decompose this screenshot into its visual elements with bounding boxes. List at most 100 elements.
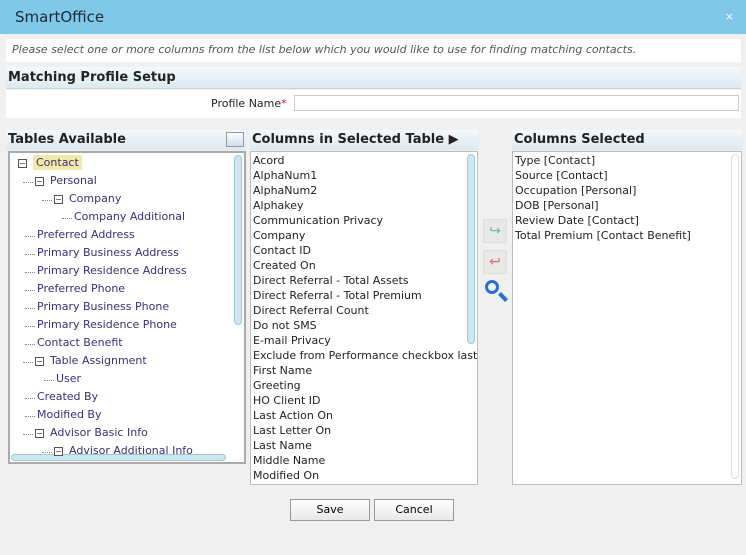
tables-header-text: Tables Available — [8, 132, 126, 147]
list-item[interactable]: Last Letter On — [253, 424, 331, 437]
tree-item[interactable]: − Advisor Additional Info — [54, 444, 193, 457]
tree-item[interactable]: − Company — [54, 192, 121, 205]
tree-item[interactable]: − Table Assignment — [35, 354, 147, 367]
tree-connector — [25, 344, 35, 345]
required-marker: * — [281, 97, 287, 110]
columns-list[interactable]: Acord AlphaNum1 AlphaNum2 Alphakey Communica… — [250, 151, 478, 485]
list-item[interactable]: Middle Name — [253, 454, 325, 467]
list-item[interactable]: AlphaNum1 — [253, 169, 317, 182]
list-item[interactable]: Type [Contact] — [515, 154, 595, 167]
tree-item[interactable]: Primary Residence Phone — [37, 318, 177, 331]
list-item[interactable]: Source [Contact] — [515, 169, 608, 182]
tree-item[interactable]: − Advisor Basic Info — [35, 426, 148, 439]
tree-item-label: Primary Business Phone — [37, 300, 170, 313]
profile-name-input[interactable] — [294, 95, 739, 111]
profile-row: Profile Name* — [6, 90, 741, 118]
vertical-scrollbar[interactable] — [234, 155, 242, 325]
tree-item[interactable]: − Contact — [18, 155, 82, 170]
list-item[interactable]: Last Action On — [253, 409, 333, 422]
tree-item-label: Primary Business Address — [37, 246, 179, 259]
tree-connector — [44, 380, 54, 381]
collapse-icon[interactable]: − — [35, 176, 44, 186]
tree-connector — [25, 272, 35, 273]
tree-connector — [62, 218, 72, 219]
tree-item-label: Primary Residence Phone — [37, 318, 177, 331]
tree-item-label: Created By — [37, 390, 99, 403]
save-button[interactable]: Save — [290, 499, 370, 521]
tables-header: Tables Available — [6, 130, 246, 150]
vertical-scrollbar[interactable] — [731, 154, 739, 479]
list-item[interactable]: Contact ID — [253, 244, 311, 257]
tree-item-label: Table Assignment — [50, 354, 147, 367]
list-item[interactable]: E-mail Privacy — [253, 334, 331, 347]
tree-item[interactable]: Contact Benefit — [37, 336, 123, 349]
list-item[interactable]: Company — [253, 229, 305, 242]
tree-connector — [42, 200, 52, 201]
collapse-icon[interactable]: − — [35, 428, 44, 438]
tree-item-label: Company Additional — [74, 210, 186, 223]
tree-item[interactable]: Primary Residence Address — [37, 264, 187, 277]
list-item[interactable]: Total Premium [Contact Benefit] — [515, 229, 691, 242]
list-item[interactable]: First Name — [253, 364, 312, 377]
tree-item[interactable]: Primary Business Address — [37, 246, 179, 259]
tables-tree[interactable]: − Contact − Personal − Company Company Additio… — [8, 151, 246, 464]
cancel-button[interactable]: Cancel — [374, 499, 454, 521]
search-icon[interactable] — [483, 278, 509, 304]
tree-item-label: Primary Residence Address — [37, 264, 187, 277]
list-item[interactable]: Occupation [Personal] — [515, 184, 636, 197]
list-item[interactable]: Direct Referral Count — [253, 304, 369, 317]
list-item[interactable]: Direct Referral - Total Assets — [253, 274, 409, 287]
tree-item-label: Personal — [50, 174, 97, 187]
tree-item[interactable]: Primary Business Phone — [37, 300, 169, 313]
list-item[interactable]: Review Date [Contact] — [515, 214, 639, 227]
close-icon[interactable]: × — [725, 10, 734, 23]
list-item[interactable]: Alphakey — [253, 199, 304, 212]
list-item[interactable]: AlphaNum2 — [253, 184, 317, 197]
list-item[interactable]: Do not SMS — [253, 319, 317, 332]
tree-connector — [25, 326, 35, 327]
tree-item[interactable]: Company Additional — [74, 210, 185, 223]
tree-item-label: Advisor Basic Info — [50, 426, 148, 439]
tree-item[interactable]: − Personal — [35, 174, 97, 187]
tree-item[interactable]: Modified By — [37, 408, 102, 421]
image-icon[interactable] — [226, 132, 244, 147]
tree-item-label: Company — [69, 192, 122, 205]
list-item[interactable]: HO Client ID — [253, 394, 320, 407]
list-item[interactable]: DOB [Personal] — [515, 199, 599, 212]
collapse-icon[interactable]: − — [18, 158, 27, 168]
instructions: Please select one or more columns from t… — [6, 39, 741, 62]
list-item[interactable]: Modified On — [253, 469, 319, 482]
collapse-icon[interactable]: − — [35, 356, 44, 366]
tree-item[interactable]: Preferred Phone — [37, 282, 125, 295]
tree-item-label: User — [56, 372, 82, 385]
list-item[interactable]: Created On — [253, 259, 316, 272]
redo-arrow-icon: ↪ — [489, 223, 501, 239]
tree-item-label: Preferred Address — [37, 228, 135, 241]
list-item[interactable]: Last Name — [253, 439, 312, 452]
columns-header: Columns in Selected Table ▶ — [250, 130, 478, 150]
add-column-button[interactable]: ↪ — [483, 219, 507, 243]
tree-connector — [25, 254, 35, 255]
window-title: SmartOffice — [15, 8, 105, 26]
vertical-scrollbar[interactable] — [467, 154, 475, 344]
selected-columns-list[interactable]: Type [Contact] Source [Contact] Occupation… — [512, 151, 742, 485]
remove-column-button[interactable]: ↩ — [483, 250, 507, 274]
profile-name-text: Profile Name — [211, 97, 282, 110]
undo-arrow-icon: ↩ — [489, 254, 501, 270]
section-title: Matching Profile Setup — [6, 67, 741, 89]
tree-connector — [25, 416, 35, 417]
tree-connector — [23, 362, 33, 363]
list-item[interactable]: Direct Referral - Total Premium — [253, 289, 422, 302]
list-item[interactable]: Acord — [253, 154, 284, 167]
tree-item[interactable]: Created By — [37, 390, 98, 403]
tree-item[interactable]: User — [56, 372, 81, 385]
collapse-icon[interactable]: − — [54, 194, 63, 204]
list-item[interactable]: Communication Privacy — [253, 214, 383, 227]
tree-connector — [25, 290, 35, 291]
profile-name-label: Profile Name* — [211, 97, 287, 110]
tree-item[interactable]: Preferred Address — [37, 228, 135, 241]
list-item[interactable]: Greeting — [253, 379, 301, 392]
list-item[interactable]: Exclude from Performance checkbox last n — [253, 349, 477, 362]
tree-connector — [23, 182, 33, 183]
collapse-icon[interactable]: − — [54, 446, 63, 456]
